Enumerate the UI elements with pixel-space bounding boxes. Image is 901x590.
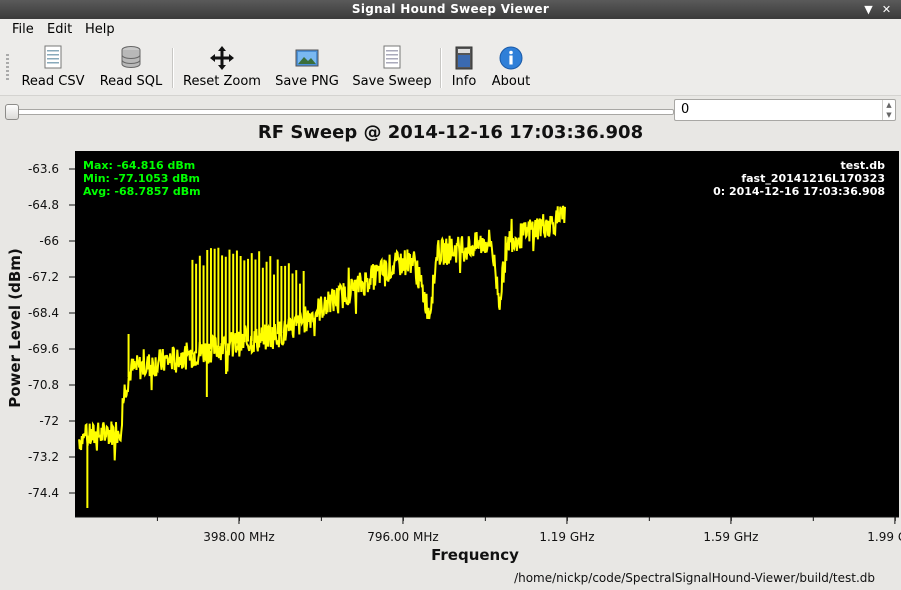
toolbar-separator [440, 48, 442, 88]
spin-down-icon[interactable]: ▼ [883, 110, 895, 120]
move-arrows-icon [210, 46, 234, 70]
y-tick-label: -69.6 [28, 342, 59, 356]
statusbar: /home/nickp/code/SpectralSignalHound-Vie… [0, 568, 901, 590]
stat-avg: Avg: -68.7857 dBm [83, 185, 201, 198]
info-file: fast_20141216L170323 [741, 172, 885, 185]
sweep-slider[interactable] [5, 104, 674, 120]
save-sweep-label: Save Sweep [352, 74, 432, 89]
close-icon[interactable]: ✕ [880, 3, 893, 16]
minimize-icon[interactable]: ▼ [862, 3, 875, 16]
spin-arrows[interactable]: ▲ ▼ [882, 100, 895, 120]
window-title: Signal Hound Sweep Viewer [351, 2, 550, 16]
menu-help[interactable]: Help [85, 22, 115, 37]
save-sweep-button[interactable]: Save Sweep [352, 44, 432, 92]
csv-file-icon [44, 45, 62, 69]
info-button[interactable]: Info [448, 44, 480, 92]
y-tick-label: -72 [39, 414, 59, 428]
menu-file[interactable]: File [12, 22, 34, 37]
y-axis-title: Power Level (dBm) [6, 248, 24, 408]
info-label: Info [451, 74, 477, 89]
about-button[interactable]: About [488, 44, 534, 92]
save-png-button[interactable]: Save PNG [274, 44, 340, 92]
menu-edit[interactable]: Edit [47, 22, 72, 37]
stat-min: Min: -77.1053 dBm [83, 172, 200, 185]
plot-widget[interactable]: Power Level (dBm) -63.6 -64.8 -66 -67.2 -68.… [0, 148, 901, 590]
info-db: test.db [841, 159, 886, 172]
sweep-slider-handle[interactable] [5, 104, 19, 120]
x-tick-label: 398.00 MHz [203, 530, 274, 544]
toolbar-separator [172, 48, 174, 88]
x-tick-label: 796.00 MHz [367, 530, 438, 544]
about-info-icon [499, 46, 523, 70]
document-icon [383, 45, 401, 69]
plot-title: RF Sweep @ 2014-12-16 17:03:36.908 [257, 122, 644, 143]
x-tick-label: 1.19 GHz [539, 530, 594, 544]
x-tick-label: 1.59 GHz [703, 530, 758, 544]
info-panel-icon [455, 46, 473, 70]
y-tick-label: -70.8 [28, 378, 59, 392]
y-tick-label: -67.2 [28, 270, 59, 284]
database-icon [121, 46, 141, 68]
y-axis: -63.6 -64.8 -66 -67.2 -68.4 -69.6 -70.8 -72 -73.… [28, 162, 75, 500]
y-tick-label: -63.6 [28, 162, 59, 176]
info-sweep: 0: 2014-12-16 17:03:36.908 [713, 185, 885, 198]
y-tick-label: -73.2 [28, 450, 59, 464]
sweep-index-value[interactable]: 0 [681, 102, 689, 117]
sweep-selector-row: 0 ▲ ▼ [0, 96, 901, 124]
y-tick-label: -68.4 [28, 306, 59, 320]
y-tick-label: -66 [39, 234, 59, 248]
plot-canvas[interactable] [75, 151, 899, 517]
sweep-index-spinbox[interactable]: 0 ▲ ▼ [674, 99, 896, 121]
read-csv-button[interactable]: Read CSV [20, 44, 86, 92]
toolbar-grip[interactable] [6, 54, 9, 82]
spin-up-icon[interactable]: ▲ [883, 100, 895, 110]
y-tick-label: -74.4 [28, 486, 59, 500]
toolbar: Read CSV Read SQL Reset Zoom Save PNG Sa… [0, 40, 901, 96]
rf-sweep-chart[interactable]: Power Level (dBm) -63.6 -64.8 -66 -67.2 -68.… [0, 148, 901, 568]
y-tick-label: -64.8 [28, 198, 59, 212]
save-png-label: Save PNG [275, 74, 339, 89]
read-csv-label: Read CSV [21, 74, 85, 89]
x-tick-label: 1.99 GHz [867, 530, 901, 544]
reset-zoom-button[interactable]: Reset Zoom [182, 44, 262, 92]
image-icon [295, 49, 319, 67]
read-sql-label: Read SQL [99, 74, 163, 89]
status-db-path: /home/nickp/code/SpectralSignalHound-Vie… [514, 571, 875, 585]
about-label: About [491, 74, 531, 89]
x-axis: 398.00 MHz 796.00 MHz 1.19 GHz 1.59 GHz 1.99… [75, 516, 901, 544]
read-sql-button[interactable]: Read SQL [98, 44, 164, 92]
window-titlebar: Signal Hound Sweep Viewer ▼ ✕ [0, 0, 901, 19]
reset-zoom-label: Reset Zoom [183, 74, 261, 89]
x-axis-title: Frequency [431, 546, 519, 564]
menubar: File Edit Help [0, 19, 901, 40]
stat-max: Max: -64.816 dBm [83, 159, 195, 172]
